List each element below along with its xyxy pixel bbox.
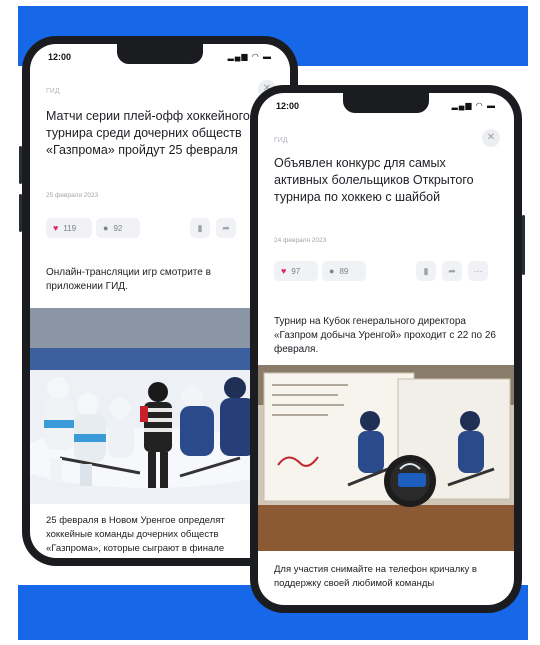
article-date: 24 февраля 2023: [274, 237, 327, 244]
status-bar: 12:00 ▂▄▆ ◠ ▬: [258, 101, 514, 117]
close-icon[interactable]: ✕: [482, 129, 500, 147]
phone-right-screen: 12:00 ▂▄▆ ◠ ▬ ГИД ✕ Объявлен конкурс для…: [258, 93, 514, 605]
article-title: Матчи серии плей-офф хоккейного турнира …: [46, 109, 250, 157]
share-icon[interactable]: ➦: [442, 261, 462, 281]
status-icons: ▂▄▆ ◠ ▬: [227, 52, 272, 61]
section-label: ГИД: [274, 137, 288, 144]
volume-button: [19, 146, 22, 184]
bookmark-icon[interactable]: ▮: [190, 218, 210, 238]
article-body: 25 февраля в Новом Уренгое определят хок…: [46, 515, 225, 554]
article-body: Для участия снимайте на телефон кричалку…: [274, 564, 477, 589]
like-count: 97: [291, 267, 301, 276]
comments-button[interactable]: ● 89: [322, 261, 366, 281]
volume-button: [19, 194, 22, 232]
status-icons: ▂▄▆ ◠ ▬: [451, 101, 496, 110]
article-lead: Онлайн-трансляции игр смотрите в приложе…: [46, 267, 211, 292]
comment-count: 92: [113, 224, 123, 233]
section-label: ГИД: [46, 88, 60, 95]
status-time: 12:00: [276, 101, 300, 111]
hockey-contest-photo: [258, 365, 514, 551]
bookmark-icon[interactable]: ▮: [416, 261, 436, 281]
heart-icon: ♥: [281, 266, 287, 276]
more-icon[interactable]: ···: [468, 261, 488, 281]
comment-count: 89: [339, 267, 349, 276]
status-time: 12:00: [48, 52, 72, 62]
article-title: Объявлен конкурс для самых активных боле…: [274, 156, 474, 204]
article-date: 25 февраля 2023: [46, 192, 99, 199]
like-count: 119: [63, 224, 77, 233]
like-button[interactable]: ♥ 119: [46, 218, 92, 238]
comments-button[interactable]: ● 92: [96, 218, 140, 238]
like-button[interactable]: ♥ 97: [274, 261, 318, 281]
article-lead: Турнир на Кубок генерального директора «…: [274, 316, 496, 355]
heart-icon: ♥: [53, 223, 59, 233]
phone-right: 12:00 ▂▄▆ ◠ ▬ ГИД ✕ Объявлен конкурс для…: [250, 85, 525, 613]
share-icon[interactable]: ➦: [216, 218, 236, 238]
hockey-contest-image: [258, 365, 514, 551]
power-button: [522, 215, 525, 275]
comment-icon: ●: [103, 223, 109, 233]
comment-icon: ●: [329, 266, 335, 276]
status-bar: 12:00 ▂▄▆ ◠ ▬: [30, 52, 290, 68]
